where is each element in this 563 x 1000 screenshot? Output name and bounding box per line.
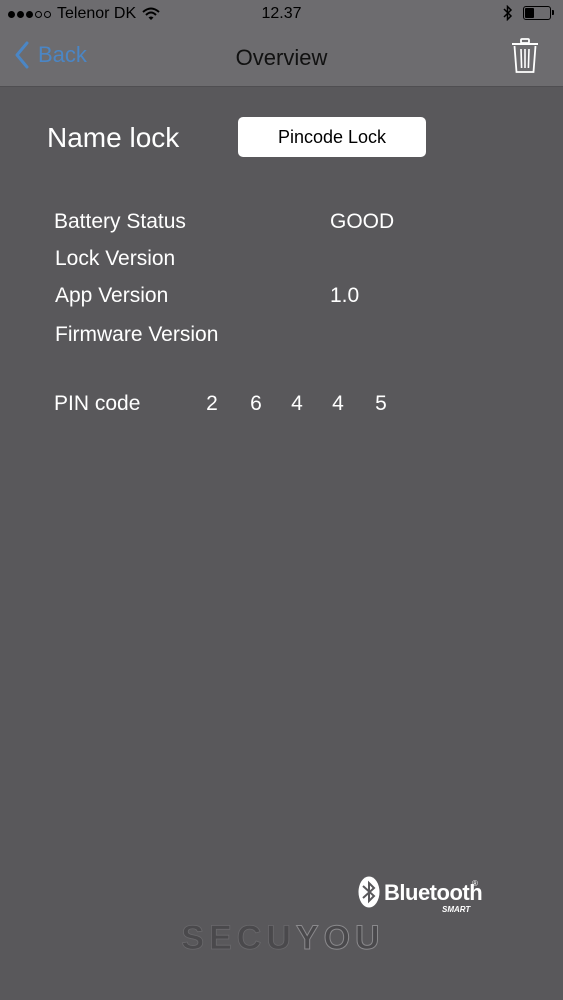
app-version-label: App Version xyxy=(55,284,169,307)
trash-icon xyxy=(512,38,538,73)
firmware-version-label: Firmware Version xyxy=(55,323,219,346)
pin-digit: 5 xyxy=(375,392,387,415)
status-time: 12.37 xyxy=(261,5,302,22)
brand-first: SECU xyxy=(181,919,295,956)
bluetooth-smart-label: SMART xyxy=(442,905,471,914)
bluetooth-wordmark: Bluetooth xyxy=(384,880,483,905)
pin-digit: 4 xyxy=(332,392,344,415)
lock-name-field[interactable]: Pincode Lock xyxy=(238,117,426,157)
battery-icon xyxy=(523,6,554,20)
name-lock-label: Name lock xyxy=(47,122,180,153)
pin-digit: 4 xyxy=(291,392,303,415)
lock-version-label: Lock Version xyxy=(55,247,176,270)
battery-fill xyxy=(525,8,535,18)
brand-text: SECUYOU xyxy=(181,919,384,956)
battery-status-label: Battery Status xyxy=(54,210,186,233)
brand-second: YOU xyxy=(296,919,385,956)
status-right xyxy=(503,5,554,21)
bluetooth-smart-logo: Bluetooth ® SMART xyxy=(358,876,483,918)
app-version-value: 1.0 xyxy=(330,284,360,307)
battery-status-value: GOOD xyxy=(330,210,395,233)
delete-lock-button[interactable] xyxy=(511,38,539,79)
status-bar: Telenor DK 12.37 xyxy=(0,0,563,30)
page-title: Overview xyxy=(235,45,328,70)
pin-code-label: PIN code xyxy=(54,392,141,415)
bluetooth-icon xyxy=(503,5,513,21)
bluetooth-logo-icon xyxy=(358,876,380,908)
registered-mark: ® xyxy=(472,879,478,888)
navigation-bar: Back Overview xyxy=(0,30,563,87)
pin-digit: 2 xyxy=(206,392,218,415)
pin-digit: 6 xyxy=(250,392,262,415)
secuyou-logo: SECUYOU xyxy=(181,919,384,957)
